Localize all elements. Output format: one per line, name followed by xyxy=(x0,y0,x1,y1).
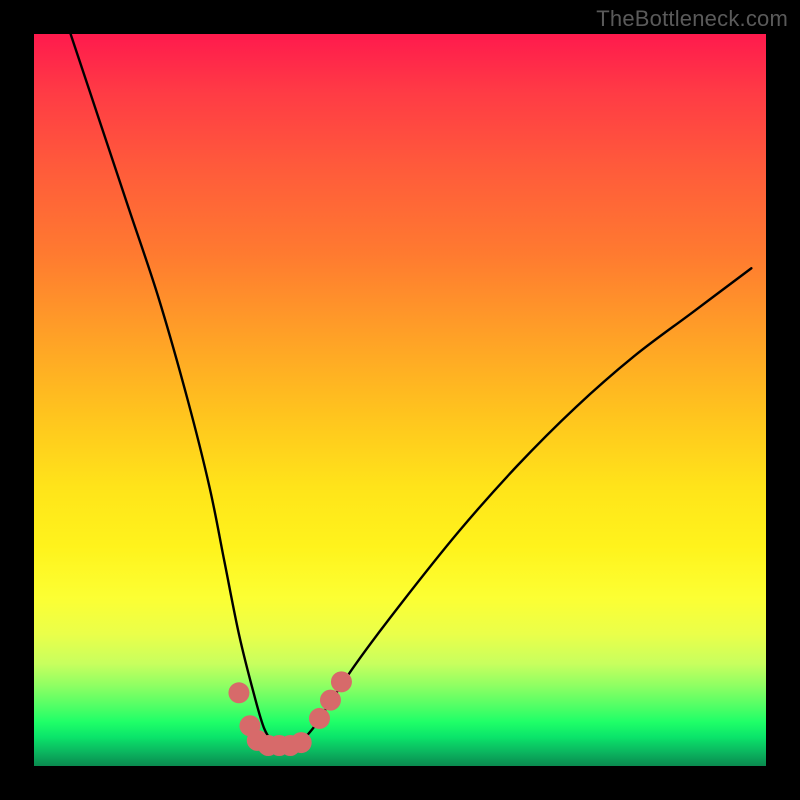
attribution-text: TheBottleneck.com xyxy=(596,6,788,32)
chart-frame: TheBottleneck.com xyxy=(0,0,800,800)
data-marker xyxy=(331,671,352,692)
data-marker xyxy=(309,708,330,729)
data-marker xyxy=(320,690,341,711)
plot-area xyxy=(34,34,766,766)
bottleneck-curve xyxy=(34,34,766,766)
data-marker xyxy=(291,732,312,753)
data-marker xyxy=(228,682,249,703)
